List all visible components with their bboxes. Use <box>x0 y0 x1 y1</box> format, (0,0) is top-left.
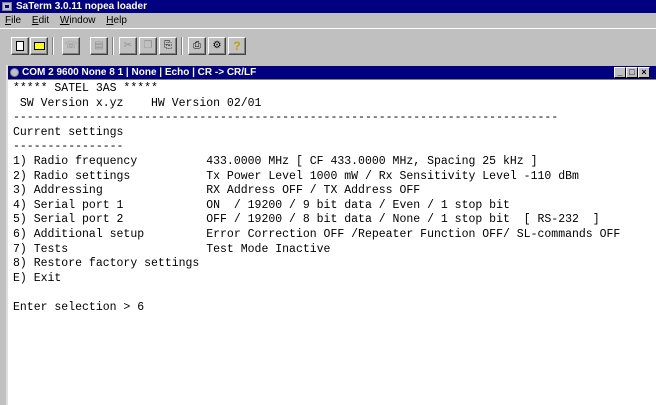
app-icon[interactable] <box>2 2 12 11</box>
menu-edit[interactable]: Edit <box>29 13 52 28</box>
close-button[interactable]: × <box>638 67 650 78</box>
terminal-line: Enter selection > 6 <box>13 300 145 314</box>
connect-icon[interactable]: ☏ <box>62 37 80 55</box>
menu-window[interactable]: Window <box>57 13 99 28</box>
terminal-line: 1) Radio frequency 433.0000 MHz [ CF 433… <box>13 154 538 168</box>
cut-icon[interactable]: ✂ <box>119 37 137 55</box>
maximize-button[interactable]: □ <box>626 67 638 78</box>
menu-file[interactable]: File <box>2 13 24 28</box>
terminal-window-icon[interactable] <box>10 68 19 77</box>
open-file-icon[interactable] <box>30 37 48 55</box>
terminal-title-bar[interactable]: COM 2 9600 None 8 1 | None | Echo | CR -… <box>8 66 656 79</box>
terminal-line: 2) Radio settings Tx Power Level 1000 mW… <box>13 169 579 183</box>
terminal-title: COM 2 9600 None 8 1 | None | Echo | CR -… <box>22 67 257 78</box>
terminal-line: 8) Restore factory settings <box>13 257 200 271</box>
settings-icon[interactable]: ⚙ <box>208 37 226 55</box>
terminal-line: ---------------- <box>13 140 124 154</box>
new-file-icon[interactable] <box>11 37 29 55</box>
toolbar-separator <box>52 37 54 55</box>
terminal-line: 7) Tests Test Mode Inactive <box>13 242 331 256</box>
app-title-bar[interactable]: SaTerm 3.0.11 nopea loader <box>0 0 656 13</box>
terminal-line: 3) Addressing RX Address OFF / TX Addres… <box>13 184 421 198</box>
terminal-line: E) Exit <box>13 271 62 285</box>
terminal-line: 5) Serial port 2 OFF / 19200 / 8 bit dat… <box>13 213 600 227</box>
terminal-line: ***** SATEL 3AS ***** <box>13 82 158 95</box>
copy-icon[interactable]: ❐ <box>139 37 157 55</box>
toolbar-separator <box>181 37 183 55</box>
menu-bar: File Edit Window Help <box>0 13 656 28</box>
app-title: SaTerm 3.0.11 nopea loader <box>16 1 147 12</box>
terminal-line: ----------------------------------------… <box>13 111 559 125</box>
menu-help[interactable]: Help <box>103 13 130 28</box>
help-icon[interactable]: ? <box>228 37 246 55</box>
print-icon[interactable]: ⎙ <box>188 37 206 55</box>
terminal-line: 6) Additional setup Error Correction OFF… <box>13 227 621 241</box>
window-controls: _ □ × <box>614 67 650 78</box>
terminal-output[interactable]: ***** SATEL 3AS ***** SW Version x.yz HW… <box>8 79 656 405</box>
terminal-line: 4) Serial port 1 ON / 19200 / 9 bit data… <box>13 198 510 212</box>
disconnect-icon[interactable]: ▤ <box>90 37 108 55</box>
toolbar: ☏ ▤ ✂ ❐ ⎘ ⎙ ⚙ ? <box>0 28 656 64</box>
terminal-window: COM 2 9600 None 8 1 | None | Echo | CR -… <box>6 65 656 405</box>
minimize-button[interactable]: _ <box>614 67 626 78</box>
paste-icon[interactable]: ⎘ <box>159 37 177 55</box>
terminal-line: Current settings <box>13 125 124 139</box>
toolbar-separator <box>112 37 114 55</box>
terminal-line: SW Version x.yz HW Version 02/01 <box>13 96 262 110</box>
